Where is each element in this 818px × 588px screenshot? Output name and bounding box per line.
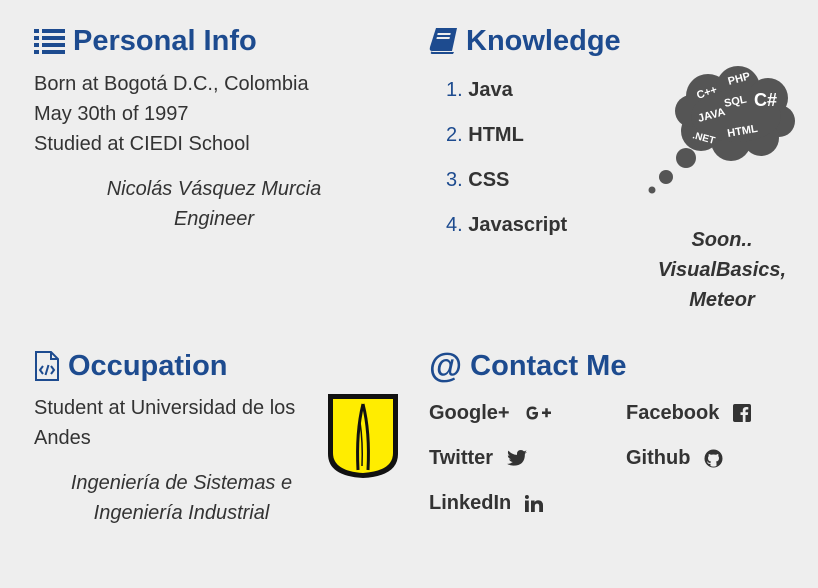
occupation-text: Andes xyxy=(34,427,91,449)
personal-info-section: Personal Info Born at Bogotá D.C., Colom… xyxy=(34,24,394,234)
skill-label: Javascript xyxy=(468,214,568,236)
occupation-title: Occupation xyxy=(68,350,228,382)
list-icon xyxy=(34,28,65,54)
skill-label: Java xyxy=(468,79,513,101)
soon-item: Meteor xyxy=(689,289,755,311)
occupation-heading: Occupation xyxy=(34,349,334,383)
knowledge-title: Knowledge xyxy=(466,25,621,57)
facebook-link[interactable]: Facebook xyxy=(626,398,752,428)
google-plus-link[interactable]: Google+ xyxy=(429,398,554,428)
birthdate-text: May 30th of 1997 xyxy=(34,103,189,125)
degree-text: Ingeniería de Sistemas e xyxy=(70,472,293,494)
contact-title: Contact Me xyxy=(470,350,627,382)
contact-heading: @ Contact Me xyxy=(429,349,809,383)
person-name: Nicolás Vásquez Murcia xyxy=(106,178,322,200)
birthplace-text: Born at Bogotá D.C., Colombia xyxy=(34,73,309,95)
code-file-icon xyxy=(34,351,60,381)
at-icon: @ xyxy=(429,347,463,385)
school-text: Studied at CIEDI School xyxy=(34,133,250,155)
skill-label: CSS xyxy=(468,169,510,191)
twitter-icon xyxy=(507,449,528,467)
person-role: Engineer xyxy=(173,208,255,230)
google-plus-icon xyxy=(524,404,554,422)
github-icon xyxy=(704,449,723,468)
facebook-icon xyxy=(733,404,752,422)
thought-cloud-image: PHP C++ SQL C# JAVA .NET HTML xyxy=(646,66,796,201)
contact-section: @ Contact Me Google+ Facebook Twitter Gi… xyxy=(429,349,809,533)
degree-text: Ingeniería Industrial xyxy=(93,502,270,524)
knowledge-heading: Knowledge xyxy=(429,24,809,58)
cloud-word: C# xyxy=(754,90,777,110)
soon-label: Soon.. xyxy=(691,229,753,251)
occupation-section: Occupation Student at Universidad de los… xyxy=(34,349,334,528)
soon-note: Soon.. VisualBasics, Meteor xyxy=(642,225,802,315)
linkedin-link[interactable]: LinkedIn xyxy=(429,488,544,518)
linkedin-icon xyxy=(525,494,544,512)
soon-item: VisualBasics, xyxy=(657,259,787,281)
github-link[interactable]: Github xyxy=(626,443,723,473)
book-icon xyxy=(429,27,458,55)
personal-info-heading: Personal Info xyxy=(34,24,394,58)
personal-info-title: Personal Info xyxy=(73,25,257,57)
skill-label: HTML xyxy=(468,124,524,146)
uniandes-logo xyxy=(326,392,400,485)
occupation-text: Student at Universidad de los xyxy=(34,397,296,419)
twitter-link[interactable]: Twitter xyxy=(429,443,528,473)
